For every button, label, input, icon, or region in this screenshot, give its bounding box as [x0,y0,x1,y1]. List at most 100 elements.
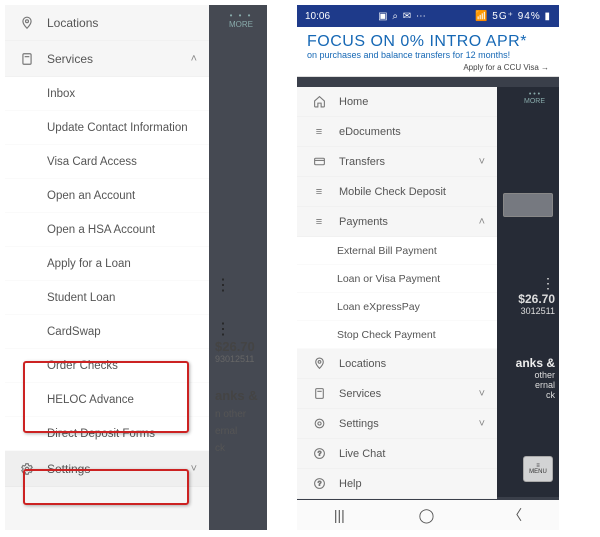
submenu-label: Open an Account [47,190,135,202]
more-button[interactable]: • • • MORE [229,11,253,29]
banner-cta: Apply for a CCU Visa → [307,63,549,72]
chevron-up-icon: ˄ [191,53,197,65]
list-icon: ≡ [309,126,329,138]
sidebar-item-live-chat[interactable]: ? Live Chat [297,439,497,469]
nav-back-button[interactable]: 〈 [508,505,522,525]
sidebar-item-payments[interactable]: ≡ Payments ˄ [297,207,497,237]
left-screenshot: • • • MORE ⋮ ⋮ $26.70 93012511 anks & n … [5,5,267,530]
sidebar-item-label: Locations [339,358,386,370]
amount-text: $26.70 [215,339,267,354]
account-id-text: 93012511 [215,354,267,364]
chevron-down-icon: ˅ [479,156,485,168]
side-menu: Home ≡ eDocuments Transfers ˅ ≡ Mobile C… [297,87,497,499]
banner-headline: FOCUS ON 0% INTRO APR* [307,33,549,51]
amount-text: $26.70 [495,292,555,306]
sidebar-item-label: Mobile Check Deposit [339,186,446,198]
submenu-item-loan-express[interactable]: Loan eXpressPay [297,293,497,321]
background-account-snippet: ⋮ $26.70 3012511 anks & other ernal ck [495,275,555,400]
submenu-label: Student Loan [47,292,115,304]
gear-icon [17,462,37,476]
submenu-item-update-contact[interactable]: Update Contact Information [5,111,209,145]
more-dots-icon: • • • [229,11,253,20]
sidebar-item-locations[interactable]: Locations [297,349,497,379]
sidebar-item-locations[interactable]: Locations [5,5,209,41]
question-icon: ? [309,447,329,460]
sidebar-item-settings[interactable]: Settings ˅ [297,409,497,439]
account-id-text: 3012511 [495,306,555,316]
list-icon: ≡ [309,186,329,198]
question-icon: ? [309,477,329,490]
android-status-bar: 10:06 ▣ ⌕ ✉ ⋯ 📶 5G⁺ 94% ▮ [297,5,559,27]
submenu-label: Loan or Visa Payment [337,273,440,285]
submenu-item-external-bill[interactable]: External Bill Payment [297,237,497,265]
menu-button[interactable]: ≡ MENU [523,456,553,482]
submenu-item-loan-visa[interactable]: Loan or Visa Payment [297,265,497,293]
bg-line: other [495,370,555,380]
bg-line: ck [215,443,267,454]
sidebar-item-home[interactable]: Home [297,87,497,117]
services-submenu: Inbox Update Contact Information Visa Ca… [5,77,209,451]
more-label: MORE [229,20,253,29]
sidebar-item-label: eDocuments [339,126,401,138]
submenu-label: Inbox [47,88,75,100]
right-screenshot: 10:06 ▣ ⌕ ✉ ⋯ 📶 5G⁺ 94% ▮ FOCUS ON 0% IN… [297,5,559,530]
sidebar-item-help[interactable]: ? Help [297,469,497,499]
sidebar-item-label: Settings [339,418,379,430]
payments-submenu: External Bill Payment Loan or Visa Payme… [297,237,497,349]
bg-line: ck [495,390,555,400]
sidebar-item-transfers[interactable]: Transfers ˅ [297,147,497,177]
sidebar-item-services[interactable]: Services ˅ [297,379,497,409]
sidebar-item-label: Transfers [339,156,385,168]
banner-subhead: on purchases and balance transfers for 1… [307,51,549,61]
chevron-down-icon: ˅ [191,463,197,475]
submenu-item-order-checks[interactable]: Order Checks [5,349,209,383]
svg-text:?: ? [317,481,321,488]
more-button[interactable]: • • • MORE [524,91,545,105]
submenu-item-inbox[interactable]: Inbox [5,77,209,111]
status-time: 10:06 [305,11,330,22]
sidebar-item-edocuments[interactable]: ≡ eDocuments [297,117,497,147]
status-right-icons: 📶 5G⁺ 94% ▮ [475,11,551,22]
submenu-item-stop-check[interactable]: Stop Check Payment [297,321,497,349]
submenu-label: Apply for a Loan [47,258,131,270]
submenu-label: HELOC Advance [47,394,134,406]
kebab-icon: ⋮ [215,283,267,289]
sidebar-item-label: Home [339,96,368,108]
gear-icon [309,417,329,430]
chevron-up-icon: ˄ [479,216,485,228]
submenu-item-visa-access[interactable]: Visa Card Access [5,145,209,179]
calculator-icon [17,52,37,66]
submenu-item-heloc[interactable]: HELOC Advance [5,383,209,417]
submenu-label: Stop Check Payment [337,329,436,341]
kebab-icon: ⋮ [495,275,555,292]
chevron-down-icon: ˅ [479,418,485,430]
submenu-item-apply-loan[interactable]: Apply for a Loan [5,247,209,281]
nav-recents-button[interactable]: ||| [334,507,345,523]
location-pin-icon [309,357,329,370]
section-title-fragment: anks & [495,356,555,370]
submenu-item-student-loan[interactable]: Student Loan [5,281,209,315]
section-title-fragment: anks & [215,388,267,403]
chevron-down-icon: ˅ [479,388,485,400]
submenu-item-cardswap[interactable]: CardSwap [5,315,209,349]
more-label: MORE [524,98,545,105]
submenu-label: Direct Deposit Forms [47,428,155,440]
sidebar-item-label: Settings [47,462,90,476]
calculator-icon [309,387,329,400]
submenu-label: Order Checks [47,360,118,372]
submenu-item-open-hsa[interactable]: Open a HSA Account [5,213,209,247]
status-left-icons: ▣ ⌕ ✉ ⋯ [378,11,427,22]
sidebar-item-services[interactable]: Services ˄ [5,41,209,77]
home-icon [309,95,329,108]
bg-line: ernal [495,380,555,390]
submenu-label: Visa Card Access [47,156,137,168]
nav-home-button[interactable]: ◯ [419,507,435,524]
sidebar-item-settings[interactable]: Settings ˅ [5,451,209,487]
sidebar-item-mobile-deposit[interactable]: ≡ Mobile Check Deposit [297,177,497,207]
submenu-label: External Bill Payment [337,245,437,257]
bg-line: ernal [215,426,267,437]
menu-button-label: MENU [529,469,547,475]
submenu-item-direct-deposit[interactable]: Direct Deposit Forms [5,417,209,451]
promo-banner[interactable]: FOCUS ON 0% INTRO APR* on purchases and … [297,27,559,77]
submenu-item-open-account[interactable]: Open an Account [5,179,209,213]
